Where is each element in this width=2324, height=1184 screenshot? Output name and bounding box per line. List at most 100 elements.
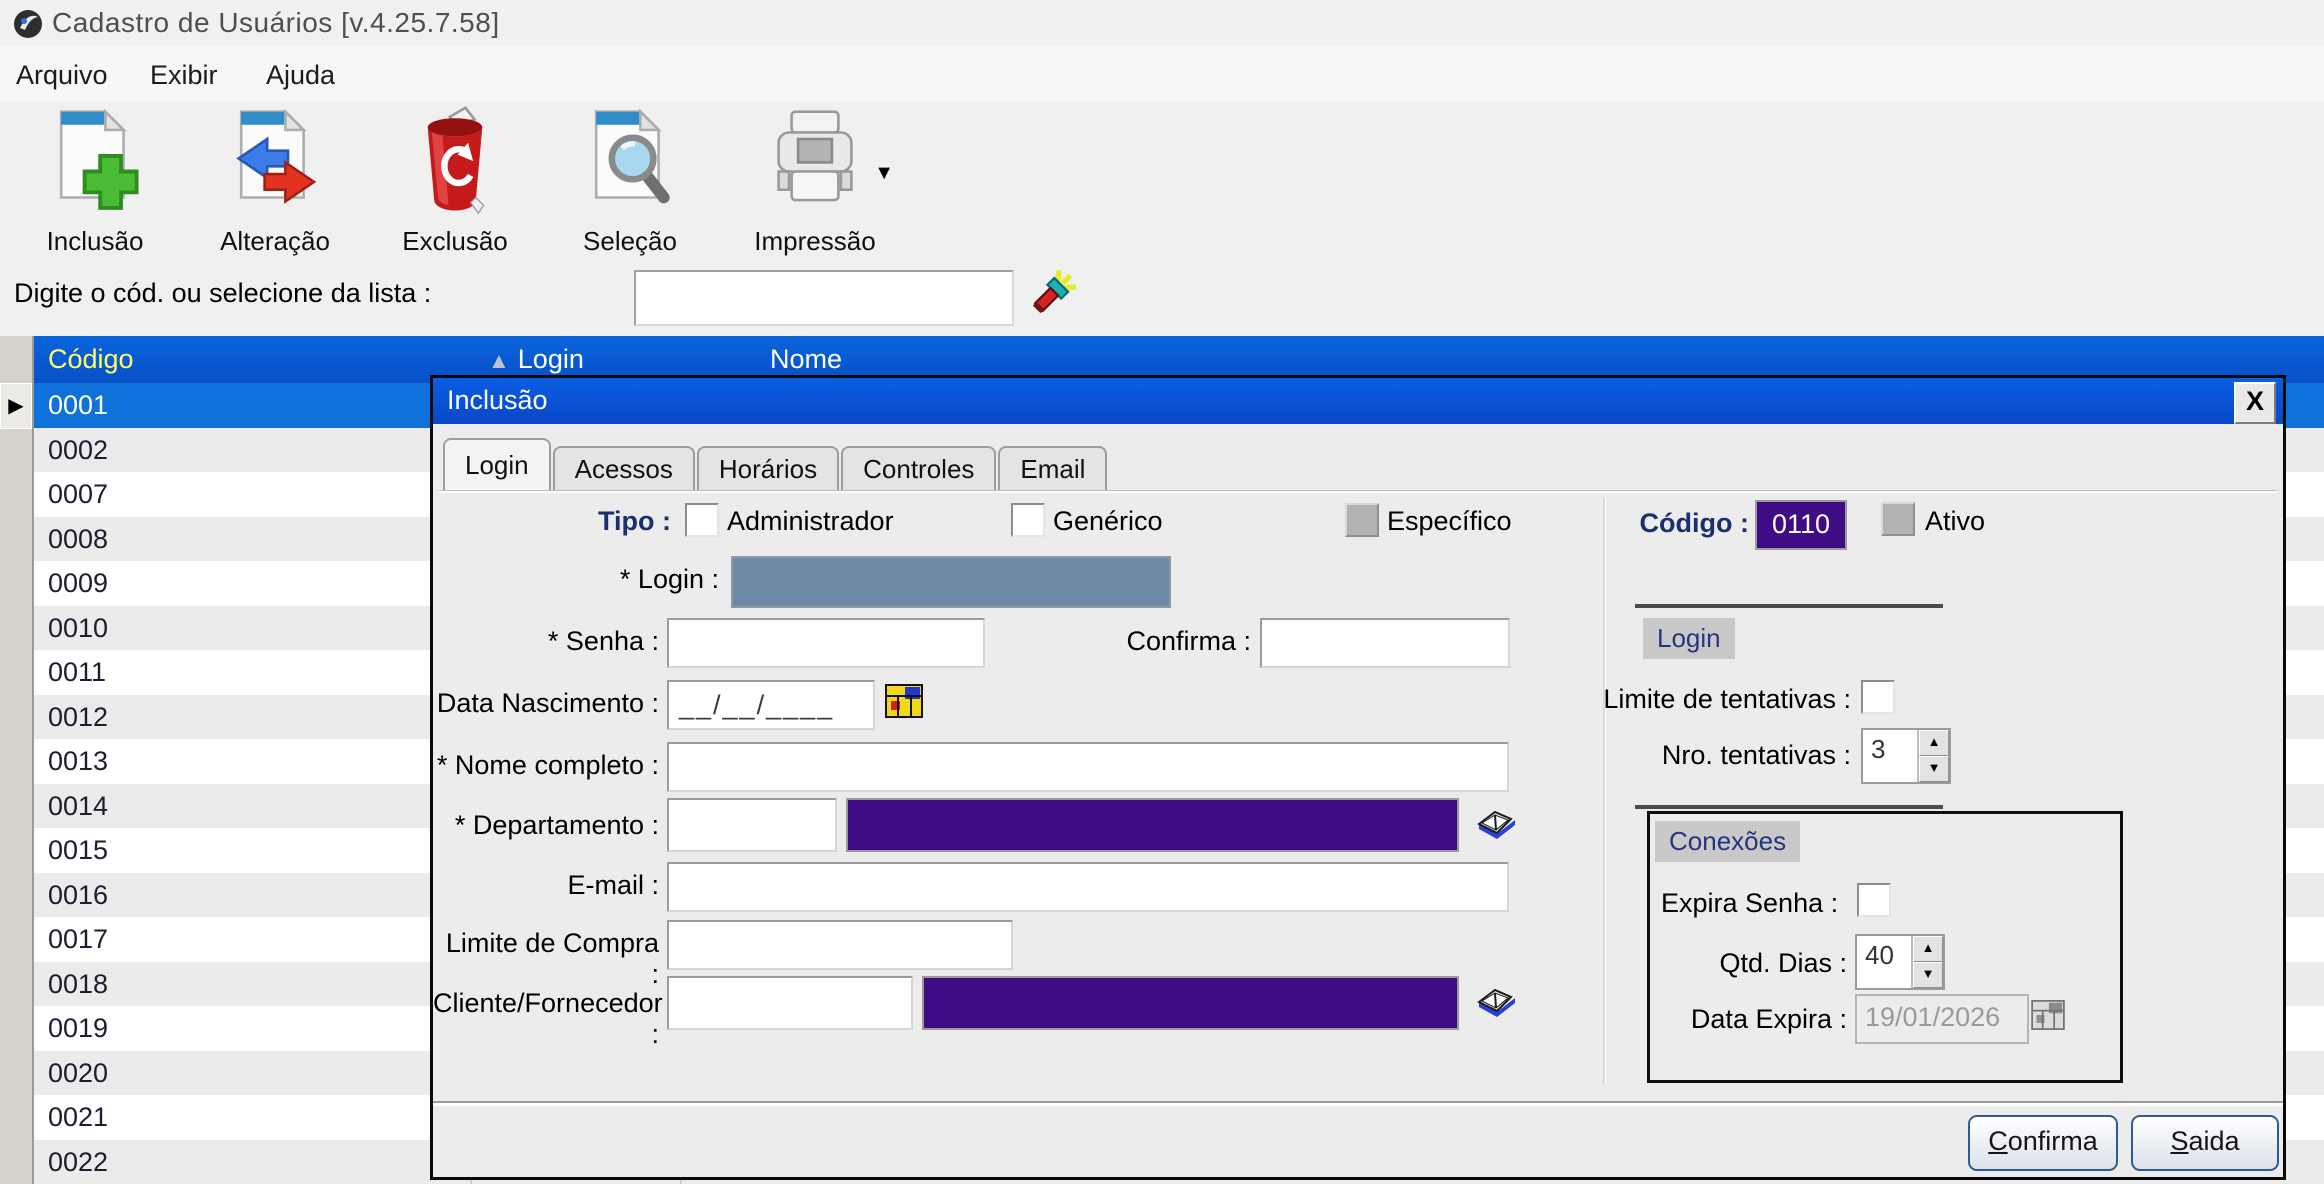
tab-login[interactable]: Login xyxy=(443,438,551,490)
email-input[interactable] xyxy=(667,862,1509,912)
departamento-nome-field xyxy=(846,798,1459,852)
document-magnifier-icon xyxy=(578,106,682,224)
email-label: E-mail : xyxy=(433,870,659,901)
toolbar-label: Seleção xyxy=(555,226,705,257)
toolbar-label: Alteração xyxy=(200,226,350,257)
especifico-checkbox xyxy=(1345,503,1379,537)
search-input[interactable] xyxy=(634,270,1014,326)
toolbar-alteracao-button[interactable]: Alteração xyxy=(200,106,350,264)
login-input[interactable] xyxy=(731,556,1171,608)
calendar-icon[interactable] xyxy=(885,684,923,718)
lookup-book-icon[interactable] xyxy=(1471,980,1519,1022)
departamento-label: * Departamento : xyxy=(433,810,659,841)
codigo-value-field: 0110 xyxy=(1755,500,1847,550)
menu-exibir[interactable]: Exibir xyxy=(140,56,228,95)
menu-bar: Arquivo Exibir Ajuda xyxy=(0,46,2324,102)
toolbar-label: Exclusão xyxy=(380,226,530,257)
nro-tentativas-stepper[interactable]: 3 ▲ ▼ xyxy=(1861,728,1951,784)
generico-label: Genérico xyxy=(1053,506,1163,537)
stepper-down-button[interactable]: ▼ xyxy=(1913,962,1943,988)
administrador-label: Administrador xyxy=(727,506,894,537)
dialog-close-button[interactable]: X xyxy=(2234,382,2276,424)
generico-checkbox[interactable] xyxy=(1011,503,1045,537)
calendar-icon-disabled xyxy=(2031,1000,2065,1030)
dialog-tabs: LoginAcessosHoráriosControlesEmail xyxy=(443,438,1109,490)
dialog-titlebar: Inclusão xyxy=(433,378,2283,424)
toolbar-exclusao-button[interactable]: Exclusão xyxy=(380,106,530,264)
inclusao-dialog: Inclusão X LoginAcessosHoráriosControles… xyxy=(430,375,2286,1180)
cliente-fornecedor-label: Cliente/Fornecedor : xyxy=(433,988,659,1050)
confirma-senha-input[interactable] xyxy=(1260,618,1510,668)
sort-ascending-icon: ▲ xyxy=(488,348,510,373)
data-expira-label: Data Expira : xyxy=(1625,1004,1847,1035)
cliente-codigo-input[interactable] xyxy=(667,976,913,1030)
senha-label: * Senha : xyxy=(433,626,659,657)
tab-page-border xyxy=(439,490,2277,493)
trash-icon xyxy=(403,106,507,224)
conexoes-group-line xyxy=(1635,805,1943,809)
tab-acessos[interactable]: Acessos xyxy=(553,446,695,490)
data-nascimento-input[interactable]: __/__/____ xyxy=(667,680,875,730)
toolbar-inclusao-button[interactable]: Inclusão xyxy=(20,106,170,264)
confirma-button[interactable]: Confirma xyxy=(1968,1115,2118,1171)
departamento-codigo-input[interactable] xyxy=(667,798,837,852)
lookup-book-icon[interactable] xyxy=(1471,802,1519,844)
tab-controles[interactable]: Controles xyxy=(841,446,996,490)
form-divider xyxy=(1603,498,1606,1084)
stepper-up-button[interactable]: ▲ xyxy=(1919,730,1949,756)
qtd-dias-label: Qtd. Dias : xyxy=(1661,948,1847,979)
data-expira-input: 19/01/2026 xyxy=(1855,994,2029,1044)
cliente-nome-field xyxy=(922,976,1459,1030)
footer-divider xyxy=(433,1101,2283,1106)
tab-email[interactable]: Email xyxy=(998,446,1107,490)
column-header-codigo[interactable]: Código xyxy=(48,344,134,375)
administrador-checkbox[interactable] xyxy=(685,503,719,537)
tipo-label: Tipo : xyxy=(433,506,671,537)
document-arrows-icon xyxy=(223,106,327,224)
window-title: Cadastro de Usuários [v.4.25.7.58] xyxy=(52,7,500,39)
toolbar-impressao-button[interactable]: ▼ Impressão xyxy=(730,106,900,264)
limite-compra-input[interactable] xyxy=(667,920,1013,970)
especifico-label: Específico xyxy=(1387,506,1512,537)
menu-ajuda[interactable]: Ajuda xyxy=(256,56,345,95)
qtd-dias-stepper[interactable]: 40 ▲ ▼ xyxy=(1855,934,1945,990)
nome-completo-input[interactable] xyxy=(667,742,1509,792)
stepper-value: 40 xyxy=(1857,936,1911,988)
login-group-title: Login xyxy=(1643,618,1735,659)
column-header-nome[interactable]: Nome xyxy=(770,344,842,375)
dialog-title: Inclusão xyxy=(447,385,548,416)
codigo-label: Código : xyxy=(1637,508,1749,539)
limite-compra-label: Limite de Compra : xyxy=(433,928,659,990)
ativo-label: Ativo xyxy=(1925,506,1985,537)
ativo-checkbox xyxy=(1881,502,1915,536)
window-titlebar: Cadastro de Usuários [v.4.25.7.58] xyxy=(0,0,2324,46)
stepper-up-button[interactable]: ▲ xyxy=(1913,936,1943,962)
stepper-down-button[interactable]: ▼ xyxy=(1919,756,1949,782)
limite-tentativas-checkbox[interactable] xyxy=(1861,680,1895,714)
senha-input[interactable] xyxy=(667,618,985,668)
expira-senha-checkbox[interactable] xyxy=(1857,883,1891,917)
column-header-login[interactable]: ▲Login xyxy=(488,344,584,375)
nro-tentativas-label: Nro. tentativas : xyxy=(1583,740,1851,771)
data-nascimento-label: Data Nascimento : xyxy=(433,688,659,719)
confirma-label: Confirma : xyxy=(1033,626,1251,657)
menu-arquivo[interactable]: Arquivo xyxy=(6,56,118,95)
printer-dropdown-arrow-icon[interactable]: ▼ xyxy=(874,162,894,185)
saida-button[interactable]: Saida xyxy=(2131,1115,2279,1171)
toolbar-selecao-button[interactable]: Seleção xyxy=(555,106,705,264)
current-row-marker-icon: ▶ xyxy=(0,383,32,429)
expira-senha-label: Expira Senha : xyxy=(1661,888,1847,919)
stepper-value: 3 xyxy=(1863,730,1917,782)
row-selector-gutter xyxy=(0,336,34,1184)
toolbar-label: Impressão xyxy=(730,226,900,257)
toolbar-label: Inclusão xyxy=(20,226,170,257)
conexoes-group-title: Conexões xyxy=(1655,821,1800,862)
toolbar: Inclusão Alteração Exclusão xyxy=(0,102,2324,268)
printer-icon xyxy=(763,106,867,224)
flashlight-icon[interactable] xyxy=(1026,268,1078,320)
tab-horários[interactable]: Horários xyxy=(697,446,839,490)
search-label: Digite o cód. ou selecione da lista : xyxy=(14,278,431,309)
limite-tentativas-label: Limite de tentativas : xyxy=(1583,684,1851,715)
login-group-line xyxy=(1635,604,1943,608)
login-label: * Login : xyxy=(433,564,719,595)
